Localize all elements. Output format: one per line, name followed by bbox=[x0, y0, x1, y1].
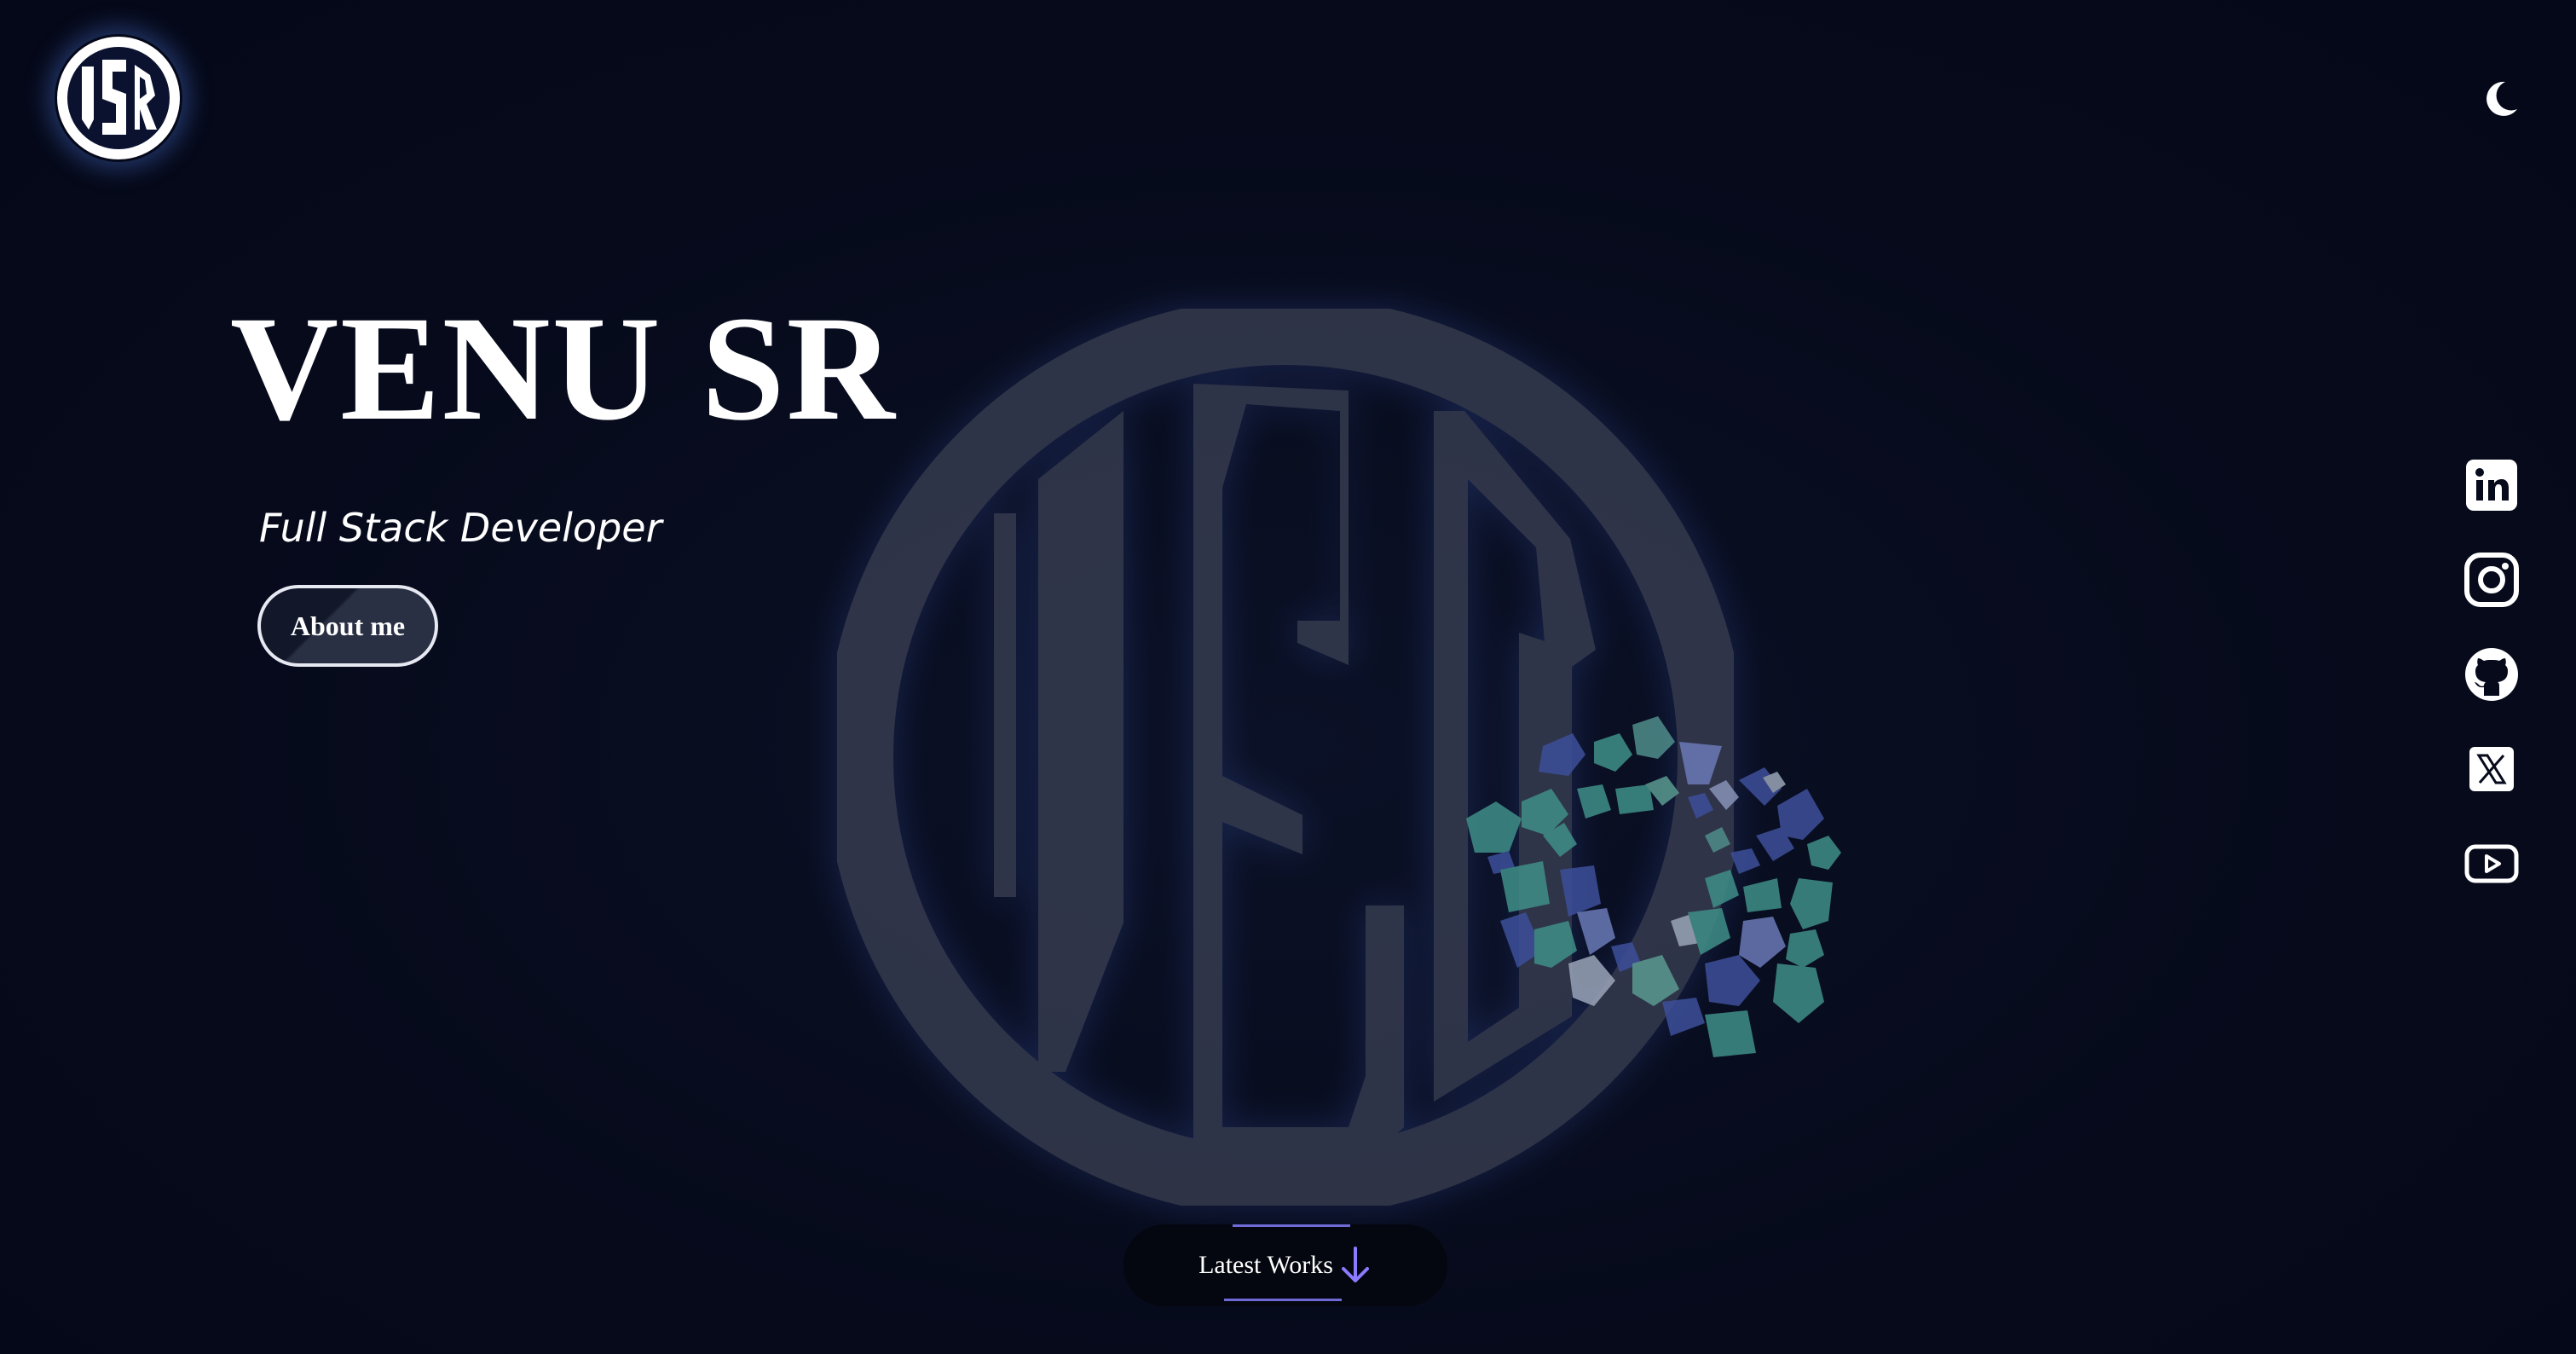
theme-toggle-button[interactable] bbox=[2476, 75, 2524, 123]
youtube-icon bbox=[2464, 844, 2519, 883]
latest-works-button[interactable]: Latest Works bbox=[1123, 1224, 1447, 1306]
youtube-link[interactable] bbox=[2463, 836, 2520, 892]
site-logo[interactable] bbox=[55, 34, 182, 162]
arrow-down-icon bbox=[1338, 1245, 1372, 1286]
polygon-cluster bbox=[1449, 708, 1858, 1083]
latest-works-label: Latest Works bbox=[1198, 1251, 1333, 1279]
hero-role: Full Stack Developer bbox=[259, 505, 662, 551]
vsr-logo-icon bbox=[57, 37, 180, 159]
hero-name: VENU SR bbox=[230, 286, 897, 452]
latest-works-bottom-line bbox=[1224, 1299, 1342, 1301]
about-me-button[interactable]: About me bbox=[257, 585, 438, 667]
github-link[interactable] bbox=[2463, 646, 2520, 703]
github-icon bbox=[2465, 648, 2518, 701]
instagram-link[interactable] bbox=[2463, 552, 2520, 608]
linkedin-link[interactable] bbox=[2463, 457, 2520, 513]
x-link[interactable] bbox=[2463, 741, 2520, 797]
polygon-cluster-graphic bbox=[1466, 716, 1841, 1057]
social-links bbox=[2463, 457, 2523, 930]
instagram-icon bbox=[2464, 553, 2519, 607]
latest-works-top-line bbox=[1233, 1224, 1350, 1227]
moon-icon bbox=[2486, 81, 2517, 116]
page: VENU SR Full Stack Developer About me La… bbox=[0, 0, 2576, 1354]
linkedin-icon bbox=[2466, 460, 2517, 511]
x-icon bbox=[2469, 747, 2514, 791]
